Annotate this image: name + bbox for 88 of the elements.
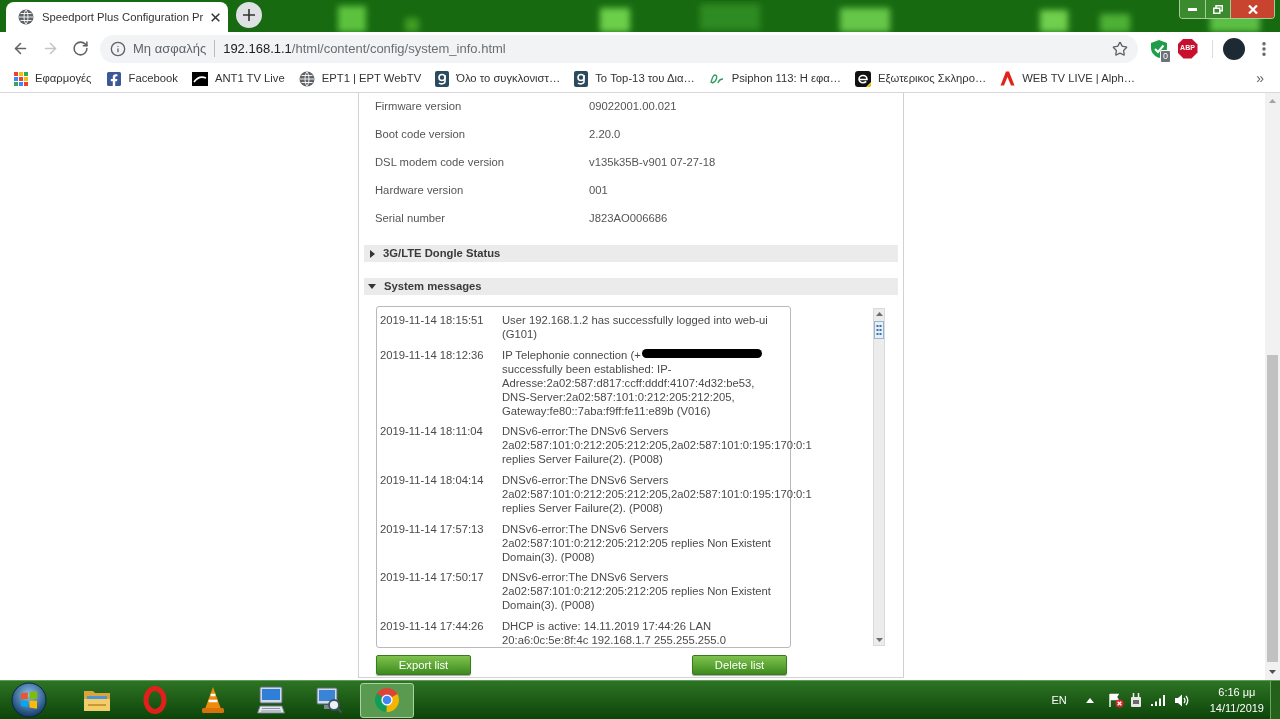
page-scrollbar[interactable] (1265, 93, 1280, 680)
tile-logo-icon (574, 70, 589, 87)
info-value: v135k35B-v901 07-27-18 (589, 154, 716, 170)
monitor-keyboard-icon (256, 686, 286, 714)
scroll-down-icon[interactable] (875, 638, 883, 643)
globe-icon (18, 9, 34, 25)
tile-logo-icon (435, 70, 450, 87)
info-label: Serial number (375, 210, 447, 226)
message-text: DNSv6-error:The DNSv6 Servers 2a02:587:101:0:212:205:212:205,2a02:587:101:0:195:170:0:1 replies Server Failure(2). (P008) (502, 473, 812, 516)
info-label: Hardware version (375, 182, 465, 198)
monitor-magnifier-icon (315, 686, 343, 714)
traffic-cone-icon (200, 686, 226, 714)
caret-down-icon (368, 284, 376, 289)
bookmark-item[interactable]: Όλο το συγκλονιστ… (429, 66, 567, 91)
reload-icon[interactable] (71, 40, 89, 57)
language-indicator[interactable]: EN (1051, 691, 1067, 709)
url-text: 192.168.1.1/html/content/config/system_info.html (223, 39, 506, 58)
message-text: successfully been established: IP-Adresse:2a02:587:d817:ccff:dddf:4107:4d32:be53, DNS-Server:2a02:587:101:0:212:205:212:205, Gateway:fe80::7aba:f9ff:fe11:e89b (V016) (502, 361, 756, 418)
message-time: 2019-11-14 17:50:17 (379, 570, 485, 585)
browser-tab[interactable]: Speedport Plus Configuration Pr (6, 2, 228, 32)
info-value: J823AO006686 (589, 210, 668, 226)
tab-title: Speedport Plus Configuration Pr (42, 9, 204, 25)
bookmark-item[interactable]: Facebook (99, 66, 184, 91)
list-scrollbar[interactable] (873, 308, 885, 647)
message-text: DNSv6-error:The DNSv6 Servers 2a02:587:101:0:212:205:212:205 replies Non Existent Domain(3). (P008) (502, 570, 772, 613)
security-label: Μη ασφαλής (133, 39, 207, 58)
scroll-down-icon[interactable] (1269, 670, 1276, 674)
flag-icon[interactable] (1108, 692, 1124, 708)
start-orb-icon[interactable] (11, 682, 47, 718)
swoosh-tile-logo-icon (191, 71, 208, 86)
message-time: 2019-11-14 17:57:13 (379, 521, 485, 536)
close-button[interactable] (1231, 0, 1274, 18)
info-label: DSL modem code version (375, 154, 506, 170)
message-time: 2019-11-14 17:44:26 (379, 619, 485, 634)
bookmark-item[interactable]: Psiphon 113: Η εφα… (702, 66, 847, 91)
close-icon[interactable] (211, 12, 221, 22)
bookmark-item[interactable]: ANT1 TV Live (185, 66, 291, 91)
tile-logo-icon (855, 70, 871, 87)
caret-up-icon[interactable] (1085, 697, 1094, 703)
speaker-icon[interactable] (1174, 693, 1190, 707)
info-value: 001 (589, 182, 608, 198)
clock-time[interactable]: 6:16 μμ (1218, 684, 1256, 700)
info-label: Firmware version (375, 98, 463, 114)
peak-logo-icon (1000, 71, 1016, 86)
scrollbar-thumb[interactable] (874, 321, 884, 339)
message-time: 2019-11-14 18:11:04 (379, 424, 484, 439)
message-time: 2019-11-14 18:12:36 (379, 347, 485, 362)
device-icon[interactable] (1129, 692, 1142, 708)
message-time: 2019-11-14 18:04:14 (379, 473, 485, 488)
bookmark-item[interactable]: WEB TV LIVE | Alph… (994, 66, 1141, 91)
address-bar[interactable]: Μη ασφαλής 192.168.1.1/html/content/config/system_info.html (100, 34, 1138, 63)
message-text: IP Telephonie connection (+ (502, 347, 641, 362)
section-header[interactable]: 3G/LTE Dongle Status (364, 245, 898, 262)
scrollbar-thumb[interactable] (1267, 355, 1278, 662)
message-text: DNSv6-error:The DNSv6 Servers 2a02:587:101:0:212:205:212:205,2a02:587:101:0:195:170:0:1 replies Server Failure(2). (P008) (502, 424, 812, 467)
profile-avatar[interactable] (1223, 37, 1245, 60)
bookmark-item[interactable]: Εξωτερικος Σκληρο… (849, 66, 993, 91)
info-icon[interactable] (110, 40, 126, 57)
section-header[interactable]: System messages (364, 278, 898, 295)
bookmark-item[interactable]: Το Top-13 του Δια… (568, 66, 701, 91)
browser-logo-icon (374, 687, 400, 713)
info-label: Boot code version (375, 126, 467, 142)
bookmark-item[interactable]: ΕΡΤ1 | ΕΡΤ WebTV (292, 66, 428, 91)
message-text: User 192.168.1.2 has successfully logged into web-ui (G101) (502, 313, 769, 341)
ring-logo-icon (143, 686, 167, 714)
clock-date[interactable]: 14/11/2019 (1209, 700, 1264, 716)
restore-icon (1213, 4, 1223, 14)
minimize-icon (1188, 7, 1197, 11)
signal-bars-icon[interactable] (1150, 694, 1165, 706)
scroll-up-icon[interactable] (875, 312, 883, 316)
close-icon (1247, 4, 1258, 14)
message-time: 2019-11-14 18:15:51 (379, 313, 485, 327)
info-value: 09022001.00.021 (589, 98, 677, 114)
show-desktop-button[interactable] (1270, 681, 1280, 719)
minimize-button[interactable] (1180, 0, 1206, 18)
apps-grid-icon (14, 71, 28, 86)
message-text: DNSv6-error:The DNSv6 Servers 2a02:587:101:0:212:205:212:205 replies Non Existent Domain(3). (P008) (502, 521, 772, 564)
plus-icon (243, 9, 255, 21)
bookmark-item[interactable]: Εφαρμογές (8, 66, 98, 91)
bookmark-star-icon[interactable] (1112, 40, 1128, 57)
caret-right-icon (370, 249, 375, 258)
facebook-logo-icon (105, 70, 122, 87)
script-logo-icon (708, 72, 725, 85)
bookmarks-overflow-button[interactable]: » (1256, 68, 1270, 89)
info-value: 2.20.0 (589, 126, 621, 142)
message-text: DHCP is active: 14.11.2019 17:44:26 LAN 20:a6:0c:5e:8f:4c 192.168.1.7 255.255.255.0 (502, 619, 727, 648)
restore-button[interactable] (1206, 0, 1231, 18)
globe-icon (298, 70, 315, 87)
